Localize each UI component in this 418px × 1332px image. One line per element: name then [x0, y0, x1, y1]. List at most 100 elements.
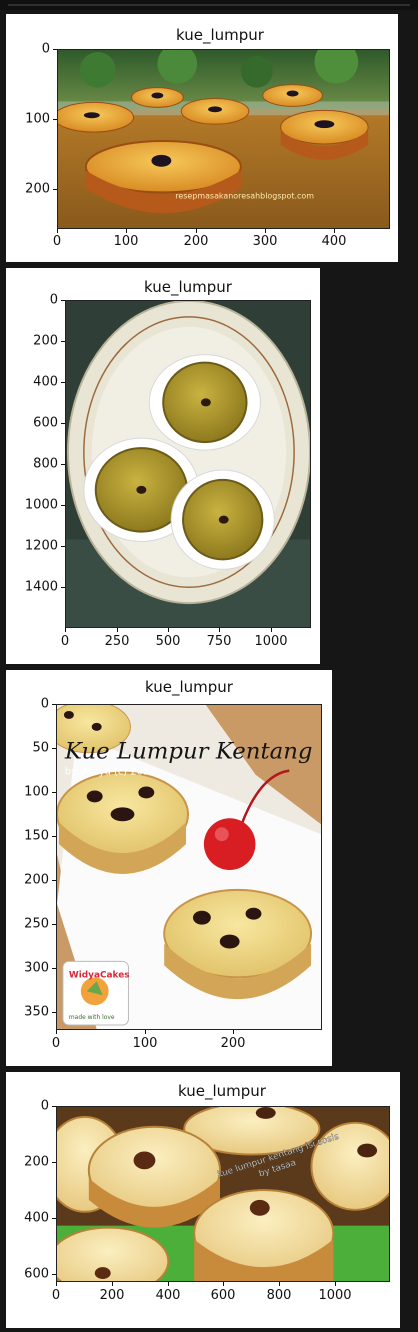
x-tick-mark [57, 229, 58, 233]
x-tick-label: 1000 [254, 634, 288, 649]
x-tick-mark [56, 1282, 57, 1286]
x-tick-mark [265, 229, 266, 233]
y-tick-label: 300 [24, 960, 49, 976]
y-tick-label: 200 [33, 333, 58, 349]
y-tick-label: 400 [33, 374, 58, 390]
x-tick-label: 500 [155, 634, 181, 649]
y-tick-mark [61, 382, 65, 383]
y-tick-mark [52, 880, 56, 881]
x-tick-label: 250 [104, 634, 130, 649]
logo-subtext: made with love [69, 1014, 115, 1021]
x-tick-label: 0 [51, 1288, 61, 1303]
food-photo-1: resepmasakanoresahblogspot.com [57, 49, 390, 229]
figure-panel-3: kue_lumpur Kue Lumpur Kentang by Widya (… [6, 670, 332, 1066]
y-tick-mark [52, 924, 56, 925]
x-tick-label: 800 [266, 1288, 292, 1303]
x-tick-mark [65, 628, 66, 632]
y-tick-label: 0 [40, 1098, 49, 1114]
y-tick-label: 200 [24, 1154, 49, 1170]
x-tick-mark [168, 628, 169, 632]
x-tick-mark [334, 229, 335, 233]
y-tick-mark [61, 587, 65, 588]
y-tick-mark [52, 748, 56, 749]
logo-text: WidyaCakes [69, 970, 130, 980]
y-tick-mark [61, 505, 65, 506]
y-tick-mark [52, 1106, 56, 1107]
y-tick-label: 600 [33, 415, 58, 431]
y-tick-label: 0 [49, 292, 58, 308]
x-tick-label: 0 [52, 234, 62, 249]
y-tick-label: 1000 [24, 497, 58, 513]
y-tick-mark [61, 546, 65, 547]
x-tick-mark [112, 1282, 113, 1286]
x-tick-label: 600 [210, 1288, 236, 1303]
x-tick-label: 200 [99, 1288, 125, 1303]
x-tick-mark [145, 1030, 146, 1034]
figure-title: kue_lumpur [178, 1082, 266, 1100]
x-tick-label: 100 [113, 234, 139, 249]
y-tick-mark [52, 704, 56, 705]
y-tick-mark [52, 792, 56, 793]
y-tick-mark [61, 464, 65, 465]
x-tick-mark [219, 628, 220, 632]
photo-watermark: resepmasakanoresahblogspot.com [175, 191, 314, 200]
figure-panel-1: kue_lumpur resepmasakanoresahblogspot.co… [6, 14, 398, 262]
x-tick-label: 0 [51, 1036, 61, 1051]
y-tick-mark [53, 49, 57, 50]
y-tick-mark [61, 423, 65, 424]
x-tick-mark [126, 229, 127, 233]
x-tick-label: 0 [60, 634, 70, 649]
x-tick-label: 100 [132, 1036, 158, 1051]
y-tick-label: 250 [24, 916, 49, 932]
figure-title: kue_lumpur [144, 278, 232, 296]
y-tick-label: 0 [40, 696, 49, 712]
y-tick-label: 600 [24, 1266, 49, 1282]
y-tick-mark [52, 968, 56, 969]
y-tick-label: 1400 [24, 579, 58, 595]
x-tick-mark [168, 1282, 169, 1286]
cell-divider [8, 4, 410, 6]
x-tick-mark [335, 1282, 336, 1286]
x-tick-mark [117, 628, 118, 632]
notebook-top-bar [0, 0, 418, 10]
y-tick-label: 200 [24, 872, 49, 888]
photo-kue-lumpur-plate [66, 301, 310, 627]
y-tick-mark [52, 836, 56, 837]
y-tick-mark [61, 341, 65, 342]
y-tick-label: 100 [25, 111, 50, 127]
x-tick-mark [56, 1030, 57, 1034]
x-tick-label: 200 [183, 234, 209, 249]
y-tick-label: 350 [24, 1004, 49, 1020]
x-tick-mark [223, 1282, 224, 1286]
figure-panel-2: kue_lumpur 0 200 400 600 800 1000 1200 1… [6, 268, 320, 664]
figure-title: kue_lumpur [176, 26, 264, 44]
y-tick-mark [52, 1274, 56, 1275]
x-tick-label: 1000 [318, 1288, 352, 1303]
y-tick-label: 1200 [24, 538, 58, 554]
x-tick-mark [271, 628, 272, 632]
x-tick-mark [196, 229, 197, 233]
figure-panel-4: kue_lumpur kue lumpur kentang isi sosis … [6, 1072, 400, 1328]
x-tick-label: 200 [220, 1036, 246, 1051]
food-photo-4: kue lumpur kentang isi sosis by tasaa [56, 1106, 390, 1282]
food-photo-3: Kue Lumpur Kentang by Widya (c) 2010 Wid… [56, 704, 322, 1030]
y-tick-label: 0 [41, 41, 50, 57]
x-tick-label: 300 [252, 234, 278, 249]
x-tick-mark [279, 1282, 280, 1286]
y-tick-mark [53, 189, 57, 190]
y-tick-mark [52, 1162, 56, 1163]
y-tick-label: 50 [32, 740, 49, 756]
food-photo-2 [65, 300, 311, 628]
y-tick-label: 800 [33, 456, 58, 472]
y-tick-mark [52, 1012, 56, 1013]
x-tick-mark [233, 1030, 234, 1034]
y-tick-label: 150 [24, 828, 49, 844]
photo-overlay-subtitle: by Widya (c) 2010 [65, 767, 156, 778]
y-tick-label: 400 [24, 1210, 49, 1226]
y-tick-mark [52, 1218, 56, 1219]
y-tick-label: 200 [25, 181, 50, 197]
y-tick-mark [61, 300, 65, 301]
figure-title: kue_lumpur [145, 678, 233, 696]
y-tick-mark [53, 119, 57, 120]
photo-kue-lumpur-garden: resepmasakanoresahblogspot.com [58, 50, 389, 228]
